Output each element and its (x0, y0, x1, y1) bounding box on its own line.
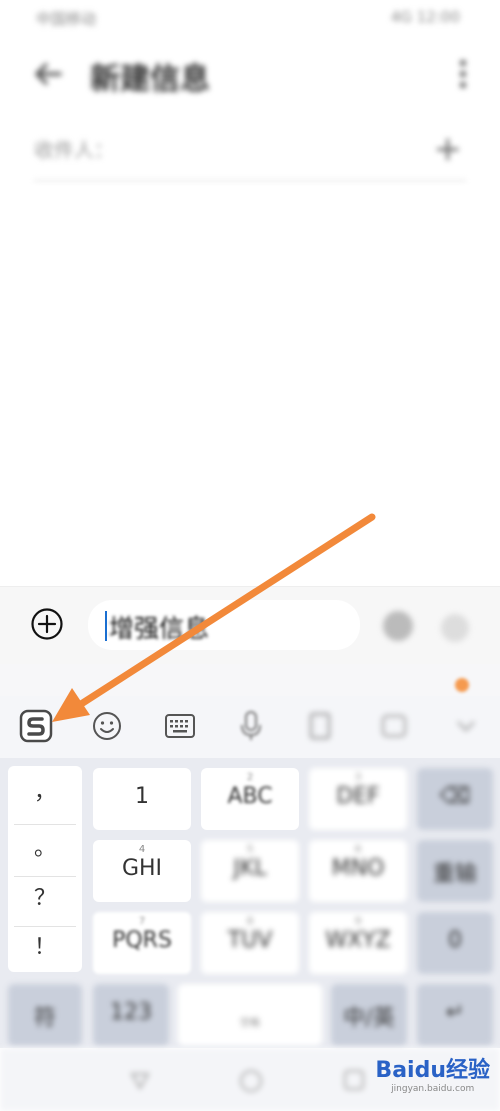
key-label: ⌫ (439, 784, 471, 809)
key-label: JKL (233, 856, 267, 881)
notification-dot (455, 678, 469, 692)
punctuation-divider (14, 926, 76, 927)
more-options-icon[interactable] (458, 58, 468, 90)
key-sup: 7 (138, 916, 146, 927)
nav-recents-icon[interactable] (342, 1068, 366, 1092)
app-header: 新建信息 (0, 44, 500, 104)
page-title: 新建信息 (90, 62, 210, 97)
punctuation-key[interactable]: ， (8, 774, 82, 824)
emoji-icon[interactable] (380, 608, 416, 644)
key-label: 中/英 (343, 1006, 395, 1031)
key-label: WXYZ (325, 928, 391, 953)
punctuation-key[interactable]: 。 (8, 830, 82, 880)
key-pqrs[interactable]: 7 PQRS (93, 912, 191, 974)
sogou-logo-icon[interactable] (18, 708, 54, 744)
key-ghi[interactable]: 4 GHI (93, 840, 191, 902)
keyboard-top-strip (0, 664, 500, 696)
key-label: DEF (336, 784, 380, 809)
watermark-sub: jingyan.baidu.com (391, 1084, 475, 1094)
back-arrow-icon[interactable] (30, 56, 66, 92)
watermark-brand: Baidu经验 (375, 1058, 490, 1083)
key-123[interactable]: 123 (93, 984, 169, 1046)
punctuation-divider (14, 824, 76, 825)
message-input[interactable]: 增强信息 (88, 600, 360, 650)
keyboard-icon[interactable] (162, 708, 198, 744)
punctuation-divider (14, 876, 76, 877)
key-label: 1 (135, 784, 149, 809)
punctuation-key[interactable]: ？ (8, 880, 82, 930)
edit-icon[interactable] (302, 708, 338, 744)
key-label: 符 (33, 1006, 56, 1031)
microphone-icon[interactable] (233, 708, 269, 744)
key-reset[interactable]: 重输 (417, 840, 493, 902)
key-label: 0 (448, 928, 462, 953)
key-label: ABC (227, 784, 273, 809)
message-area (0, 185, 500, 585)
keyboard-toolbar (0, 696, 500, 758)
key-sup: 4 (138, 844, 146, 855)
baidu-watermark: Baidu经验 jingyan.baidu.com (375, 1052, 490, 1094)
key-label: TUV (227, 928, 273, 953)
recipient-placeholder: 收件人： (34, 138, 114, 162)
message-input-text: 增强信息 (109, 614, 210, 643)
key-sup: 2 (246, 772, 254, 783)
key-enter[interactable]: ↵ (417, 984, 493, 1046)
text-cursor (105, 611, 107, 641)
key-backspace[interactable]: ⌫ (417, 768, 493, 830)
key-sup: 5 (246, 844, 254, 855)
key-1[interactable]: 1 (93, 768, 191, 830)
clipboard-icon[interactable] (376, 708, 412, 744)
recipient-field[interactable]: 收件人： + (34, 122, 466, 182)
add-attachment-icon[interactable] (30, 607, 64, 641)
punctuation-key[interactable]: ！ (8, 929, 82, 979)
key-label: ↵ (445, 1000, 465, 1025)
key-sup: 8 (246, 916, 254, 927)
punctuation-column: ， 。 ？ ！ (8, 766, 82, 972)
send-icon[interactable] (438, 611, 472, 645)
nav-back-icon[interactable] (128, 1068, 152, 1092)
add-contact-icon[interactable]: + (434, 132, 463, 166)
status-right-text: 4G 12:00 (390, 8, 460, 26)
key-label: MNO (331, 856, 385, 881)
key-abc[interactable]: 2 ABC (201, 768, 299, 830)
key-label: PQRS (112, 928, 172, 953)
emoji-face-icon[interactable] (89, 708, 125, 744)
key-def[interactable]: 3 DEF (309, 768, 407, 830)
key-mno[interactable]: 6 MNO (309, 840, 407, 902)
status-bar: 中国移动 4G 12:00 (0, 0, 500, 36)
collapse-keyboard-icon[interactable] (448, 708, 484, 744)
key-sup: 9 (354, 916, 362, 927)
key-sup: 3 (354, 772, 362, 783)
key-lang[interactable]: 中/英 (331, 984, 407, 1046)
compose-bar: 增强信息 (0, 586, 500, 665)
key-wxyz[interactable]: 9 WXYZ (309, 912, 407, 974)
key-label: 空格 (240, 1018, 260, 1029)
carrier-text: 中国移动 (36, 10, 97, 28)
key-symbols[interactable]: 符 (8, 984, 82, 1046)
keyboard: ， 。 ？ ！ 1 2 ABC 3 DEF ⌫ 4 GHI 5 JKL 6 MN… (0, 758, 500, 1048)
key-tuv[interactable]: 8 TUV (201, 912, 299, 974)
key-label: 重输 (432, 862, 477, 887)
key-space[interactable]: 空格 (178, 984, 322, 1046)
nav-home-icon[interactable] (238, 1068, 264, 1094)
key-label: GHI (121, 856, 163, 881)
key-jkl[interactable]: 5 JKL (201, 840, 299, 902)
key-label: 123 (110, 1000, 152, 1025)
key-zero[interactable]: 0 (417, 912, 493, 974)
key-sup: 6 (354, 844, 362, 855)
